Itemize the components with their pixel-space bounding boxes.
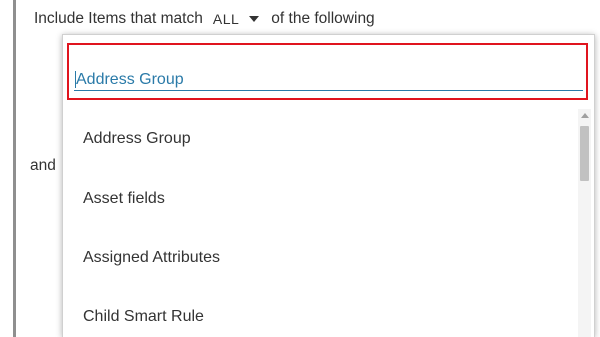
caret-down-icon [249, 16, 260, 22]
option-asset-fields[interactable]: Asset fields [63, 169, 577, 228]
scrollbar-thumb[interactable] [580, 126, 589, 181]
connector-and-label: and [30, 157, 56, 174]
option-assigned-attributes[interactable]: Assigned Attributes [63, 228, 577, 287]
match-mode-value: ALL [212, 11, 240, 27]
option-child-smart-rule[interactable]: Child Smart Rule [63, 287, 577, 337]
field-options-list: Address Group Asset fields Assigned Attr… [63, 109, 577, 337]
smart-rule-editor: Include Items that match ALL of the foll… [0, 0, 600, 337]
match-mode-select[interactable]: ALL [212, 11, 260, 27]
text-cursor [75, 71, 76, 88]
options-scrollbar[interactable] [578, 109, 591, 337]
rule-prefix-text: Include Items that match [34, 10, 203, 27]
left-rail [13, 0, 16, 337]
scroll-up-arrow-icon[interactable] [581, 113, 589, 118]
rule-header: Include Items that match ALL of the foll… [34, 8, 375, 30]
option-address-group[interactable]: Address Group [63, 109, 577, 169]
rule-suffix-text: of the following [271, 10, 375, 27]
search-highlight-box [67, 43, 588, 100]
field-dropdown-panel: Address Group Asset fields Assigned Attr… [62, 34, 595, 337]
field-search-input[interactable] [74, 69, 583, 91]
